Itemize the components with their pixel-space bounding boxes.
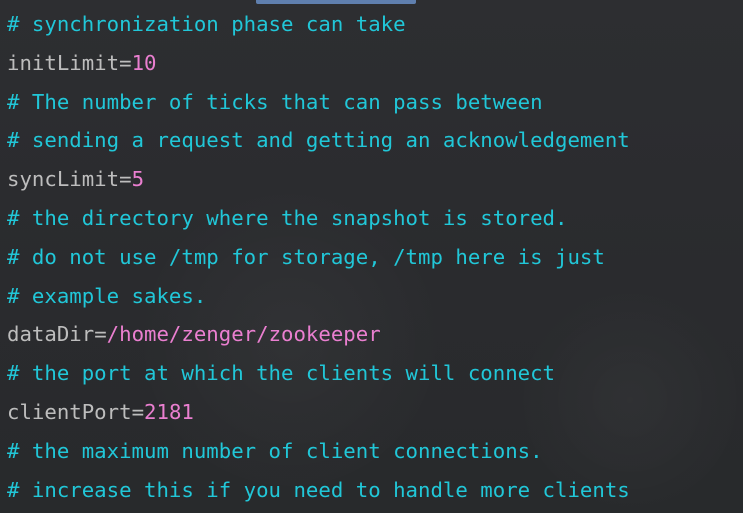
- code-text-area[interactable]: # synchronization phase can take initLim…: [7, 5, 743, 509]
- comment-line[interactable]: # the port at which the clients will con…: [7, 354, 743, 393]
- comment-line[interactable]: # synchronization phase can take: [7, 5, 743, 44]
- property-line[interactable]: initLimit=10: [7, 44, 743, 83]
- horizontal-scrollbar-thumb[interactable]: [256, 0, 416, 4]
- property-key: clientPort: [7, 399, 132, 424]
- comment-line[interactable]: # the maximum number of client connectio…: [7, 432, 743, 471]
- code-editor[interactable]: # synchronization phase can take initLim…: [0, 0, 743, 513]
- equals-sign: =: [119, 50, 132, 75]
- property-value: 2181: [144, 399, 194, 424]
- comment-line[interactable]: # increase this if you need to handle mo…: [7, 471, 743, 510]
- comment-line[interactable]: # example sakes.: [7, 277, 743, 316]
- equals-sign: =: [94, 322, 107, 347]
- property-key: initLimit: [7, 50, 120, 75]
- comment-line[interactable]: # sending a request and getting an ackno…: [7, 121, 743, 160]
- property-key: dataDir: [7, 322, 95, 347]
- property-line[interactable]: clientPort=2181: [7, 393, 743, 432]
- comment-line[interactable]: # The number of ticks that can pass betw…: [7, 83, 743, 122]
- property-value: 10: [131, 50, 157, 75]
- property-key: syncLimit: [7, 167, 120, 192]
- equals-sign: =: [119, 167, 132, 192]
- property-line[interactable]: syncLimit=5: [7, 160, 743, 199]
- comment-line[interactable]: # do not use /tmp for storage, /tmp here…: [7, 238, 743, 277]
- property-value: /home/zenger/zookeeper: [106, 322, 381, 347]
- equals-sign: =: [131, 399, 145, 424]
- comment-line[interactable]: # the directory where the snapshot is st…: [7, 199, 743, 238]
- property-value: 5: [131, 167, 145, 192]
- property-line[interactable]: dataDir=/home/zenger/zookeeper: [7, 315, 743, 354]
